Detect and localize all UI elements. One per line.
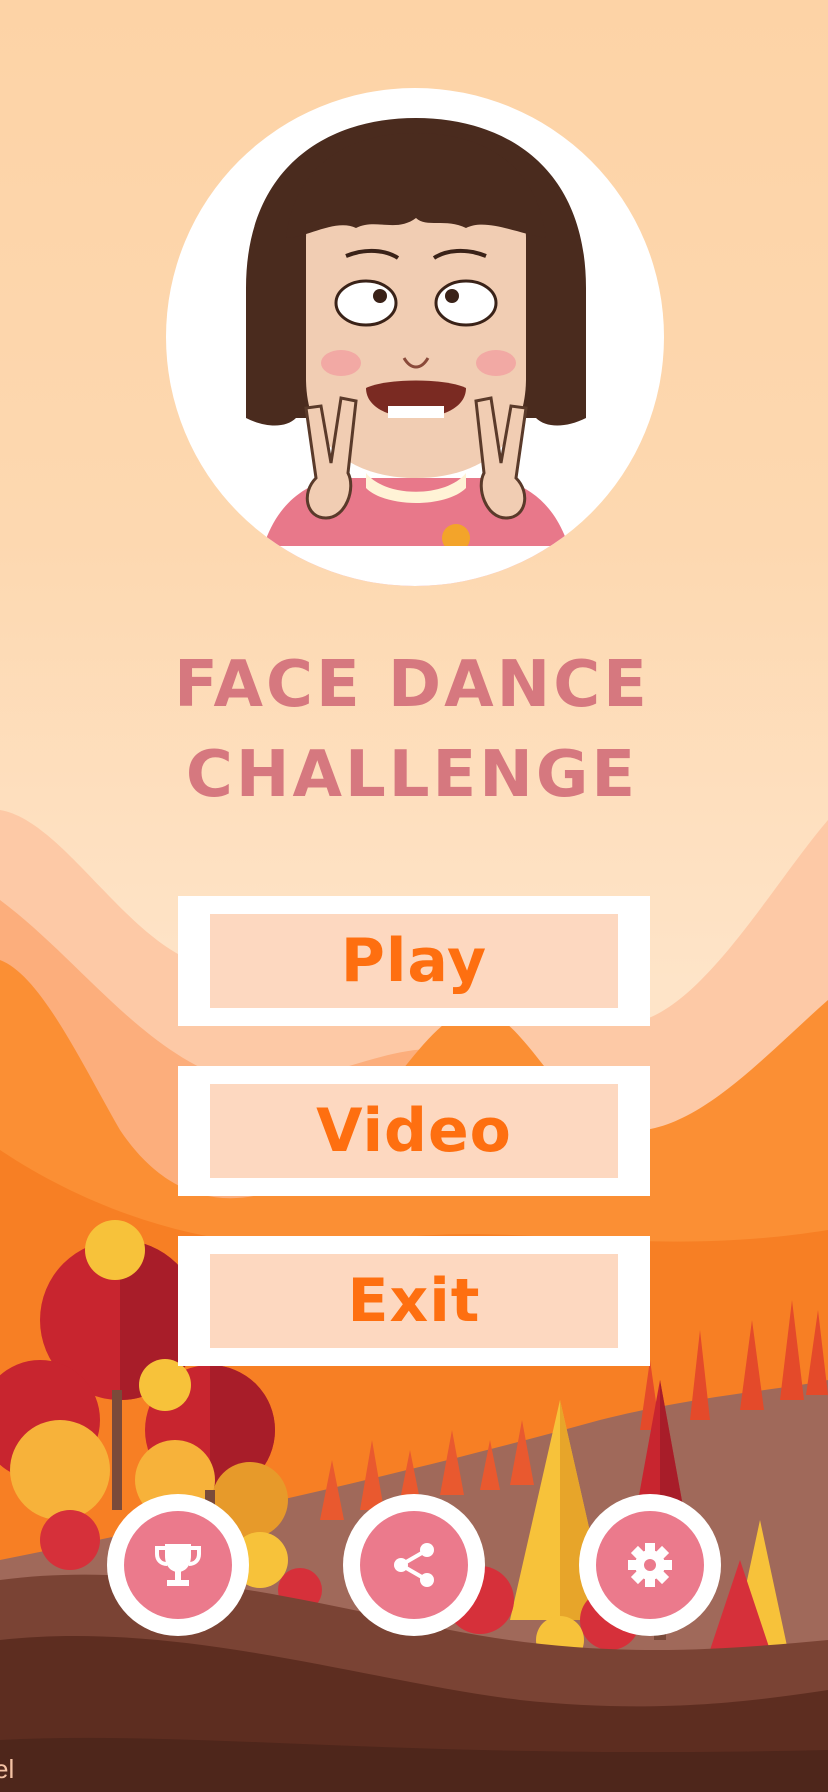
watermark-text: el [0, 1754, 15, 1784]
share-button[interactable] [343, 1494, 485, 1636]
share-icon [394, 1543, 434, 1587]
character-illustration [166, 118, 664, 586]
main-menu-screen: FACE DANCE CHALLENGE Play Video Exit el [0, 0, 828, 1792]
title-line-2: CHALLENGE [185, 738, 639, 812]
gear-icon [628, 1543, 672, 1587]
leaderboard-button[interactable] [107, 1494, 249, 1636]
character-avatar [166, 88, 664, 586]
video-button-label: Video [210, 1084, 618, 1178]
settings-button[interactable] [579, 1494, 721, 1636]
title-line-1: FACE DANCE [174, 648, 650, 722]
exit-button-label: Exit [210, 1254, 618, 1348]
play-button-label: Play [210, 914, 618, 1008]
exit-button[interactable]: Exit [178, 1236, 650, 1366]
game-title: FACE DANCE CHALLENGE [0, 640, 828, 820]
settings-button-disc [596, 1511, 704, 1619]
trophy-icon [155, 1544, 201, 1586]
share-button-disc [360, 1511, 468, 1619]
play-button[interactable]: Play [178, 896, 650, 1026]
leaderboard-button-disc [124, 1511, 232, 1619]
video-button[interactable]: Video [178, 1066, 650, 1196]
